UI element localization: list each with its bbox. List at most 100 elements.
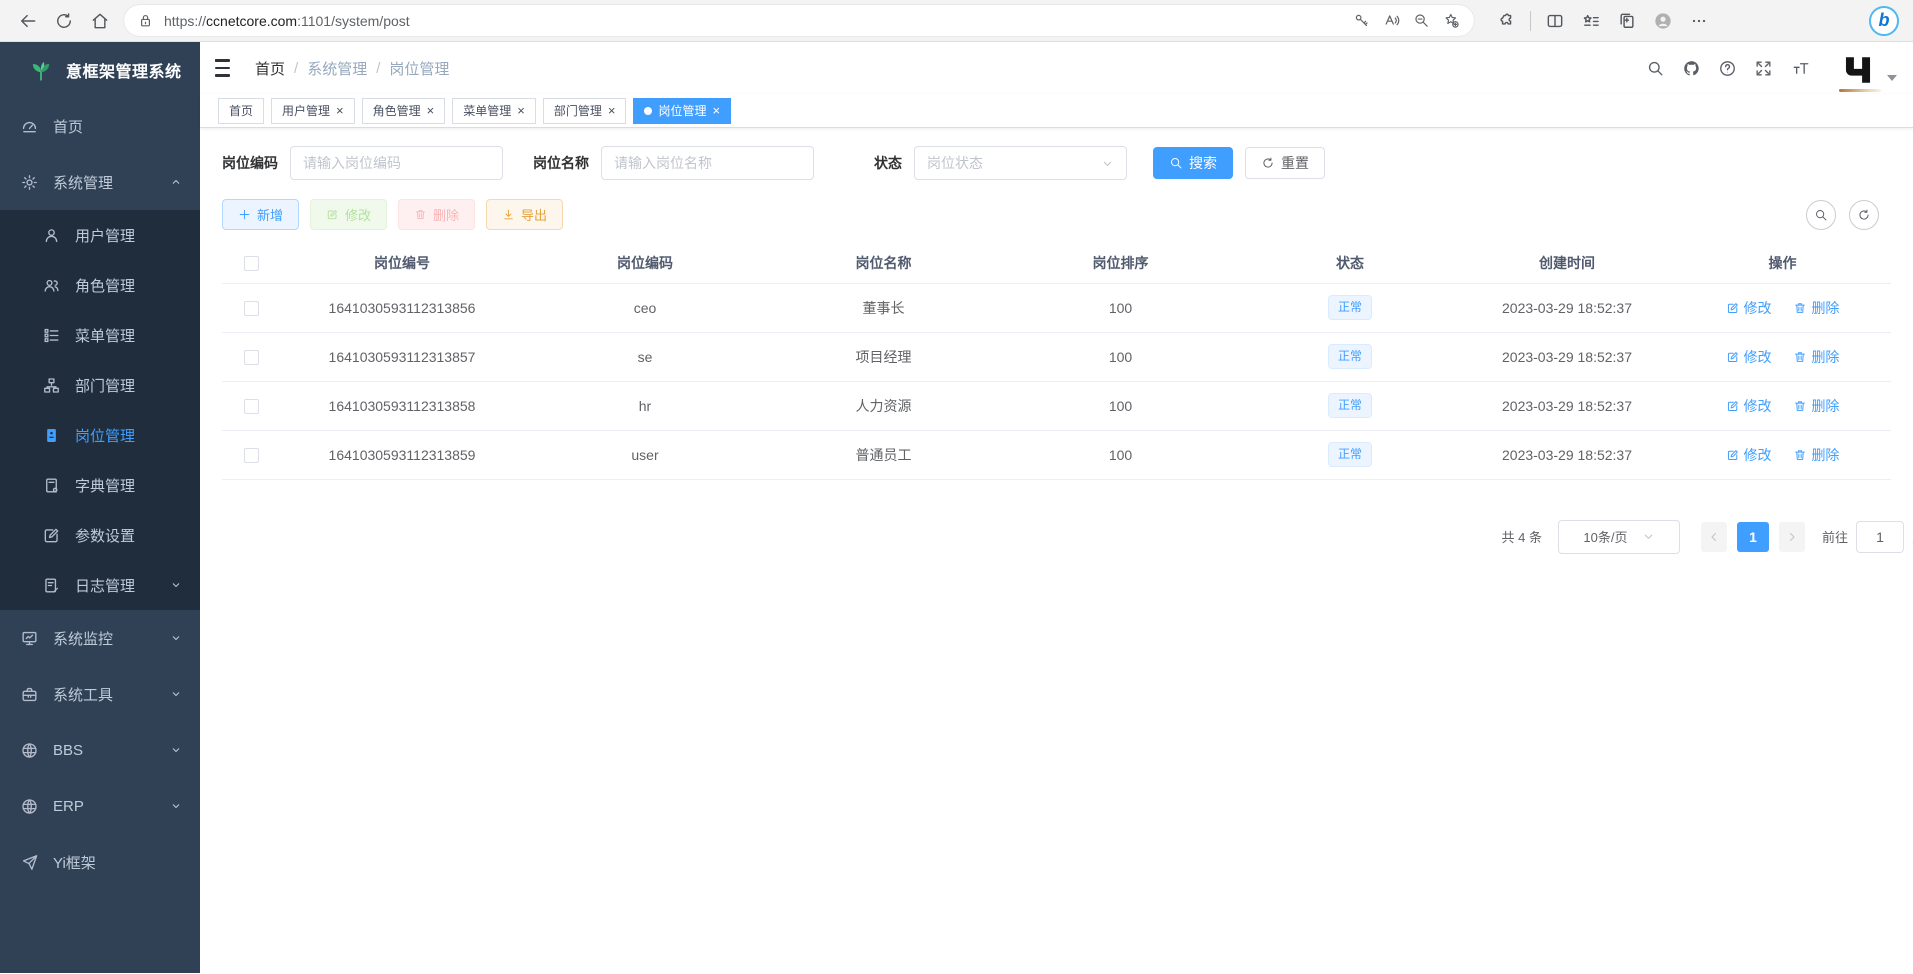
edit-link[interactable]: 修改 [1726, 445, 1772, 465]
close-icon[interactable]: × [608, 104, 616, 117]
split-screen-button[interactable] [1537, 5, 1573, 37]
sidebar-item-erp[interactable]: ERP [0, 778, 200, 834]
row-checkbox[interactable] [244, 301, 259, 316]
tab-user-management[interactable]: 用户管理 × [271, 98, 355, 124]
font-size-icon[interactable] [1790, 59, 1812, 78]
sidebar-item-system-management[interactable]: 系统管理 [0, 154, 200, 210]
breadcrumb-post: 岗位管理 [389, 58, 449, 79]
sidebar-item-yi-framework[interactable]: Yi框架 [0, 834, 200, 890]
tab-role-management[interactable]: 角色管理 × [362, 98, 446, 124]
tab-home[interactable]: 首页 [218, 98, 264, 124]
navbar-actions [1646, 49, 1897, 88]
delete-link[interactable]: 删除 [1793, 298, 1839, 318]
tab-post-management[interactable]: 岗位管理 × [633, 98, 731, 124]
tag-view-bar: 首页 用户管理 × 角色管理 × 菜单管理 × 部门管理 × 岗位管理 × [200, 94, 1913, 128]
sidebar-item-dict-management[interactable]: 字典管理 [0, 460, 200, 510]
delete-link[interactable]: 删除 [1793, 396, 1839, 416]
chevron-down-icon [170, 744, 182, 756]
post-code-input[interactable] [290, 146, 503, 180]
refresh-table-button[interactable] [1849, 200, 1879, 230]
table-row[interactable]: 1641030593112313856 ceo 董事长 100 正常 2023-… [222, 283, 1891, 332]
fullscreen-icon[interactable] [1754, 59, 1773, 78]
sidebar-item-system-monitor[interactable]: 系统监控 [0, 610, 200, 666]
breadcrumb-home[interactable]: 首页 [255, 58, 285, 79]
close-icon[interactable]: × [427, 104, 435, 117]
edit-link[interactable]: 修改 [1726, 298, 1772, 318]
delete-link[interactable]: 删除 [1793, 347, 1839, 367]
add-favorite-button[interactable] [1436, 7, 1466, 35]
tab-dept-management[interactable]: 部门管理 × [543, 98, 627, 124]
delete-button[interactable]: 删除 [398, 199, 475, 230]
edit-link[interactable]: 修改 [1726, 396, 1772, 416]
search-form: 岗位编码 岗位名称 状态 岗位状态 搜索 重置 [222, 146, 1891, 180]
collections-button[interactable] [1609, 5, 1645, 37]
chevron-down-icon [170, 800, 182, 812]
export-button[interactable]: 导出 [486, 199, 563, 230]
sidebar: 意框架管理系统 首页 系统管理 用户管理 角色管理 [0, 42, 200, 973]
goto-page-input[interactable] [1856, 521, 1904, 553]
browser-refresh-button[interactable] [46, 5, 82, 37]
sidebar-menu: 首页 系统管理 用户管理 角色管理 菜单管理 [0, 98, 200, 890]
add-button[interactable]: 新增 [222, 199, 299, 230]
org-tree-icon [42, 376, 61, 395]
edit-link[interactable]: 修改 [1726, 347, 1772, 367]
sidebar-item-system-tools[interactable]: 系统工具 [0, 666, 200, 722]
favorites-button[interactable] [1573, 5, 1609, 37]
sidebar-item-bbs[interactable]: BBS [0, 722, 200, 778]
chevron-down-icon [170, 579, 182, 591]
trash-icon [1793, 448, 1807, 462]
page-size-select[interactable]: 10条/页 [1558, 520, 1680, 554]
password-button[interactable] [1346, 7, 1376, 35]
table-row[interactable]: 1641030593112313859 user 普通员工 100 正常 202… [222, 430, 1891, 479]
sidebar-item-post-management[interactable]: 岗位管理 [0, 410, 200, 460]
browser-back-button[interactable] [10, 5, 46, 37]
reset-button[interactable]: 重置 [1245, 147, 1325, 179]
url-bar[interactable]: https://ccnetcore.com:1101/system/post [124, 5, 1474, 36]
sidebar-item-role-management[interactable]: 角色管理 [0, 260, 200, 310]
edit-button[interactable]: 修改 [310, 199, 387, 230]
browser-home-button[interactable] [82, 5, 118, 37]
user-avatar[interactable] [1839, 53, 1897, 92]
sidebar-item-home[interactable]: 首页 [0, 98, 200, 154]
header-search-icon[interactable] [1646, 59, 1665, 78]
table-row[interactable]: 1641030593112313858 hr 人力资源 100 正常 2023-… [222, 381, 1891, 430]
row-checkbox[interactable] [244, 350, 259, 365]
table-row[interactable]: 1641030593112313857 se 项目经理 100 正常 2023-… [222, 332, 1891, 381]
sidebar-item-param-settings[interactable]: 参数设置 [0, 510, 200, 560]
github-icon[interactable] [1682, 59, 1701, 78]
sidebar-collapse-button[interactable] [215, 59, 237, 77]
url-text: https://ccnetcore.com:1101/system/post [164, 13, 1346, 29]
help-question-icon[interactable] [1718, 59, 1737, 78]
status-select[interactable]: 岗位状态 [914, 146, 1127, 180]
delete-link[interactable]: 删除 [1793, 445, 1839, 465]
select-all-checkbox[interactable] [244, 256, 259, 271]
status-badge: 正常 [1328, 442, 1372, 467]
browser-menu-button[interactable] [1681, 5, 1717, 37]
close-icon[interactable]: × [712, 104, 720, 117]
read-aloud-button[interactable] [1376, 7, 1406, 35]
extensions-button[interactable] [1488, 5, 1524, 37]
tab-menu-management[interactable]: 菜单管理 × [452, 98, 536, 124]
post-name-input[interactable] [601, 146, 814, 180]
post-id: 1641030593112313857 [280, 332, 524, 381]
created-time: 2023-03-29 18:52:37 [1460, 430, 1674, 479]
search-button[interactable]: 搜索 [1153, 147, 1233, 179]
prev-page-button[interactable] [1701, 522, 1727, 552]
row-checkbox[interactable] [244, 399, 259, 414]
post-name: 人力资源 [766, 381, 1001, 430]
bing-discover-button[interactable]: b [1869, 6, 1899, 36]
sidebar-item-log-management[interactable]: 日志管理 [0, 560, 200, 610]
breadcrumb-system: 系统管理 [307, 58, 367, 79]
sidebar-item-dept-management[interactable]: 部门管理 [0, 360, 200, 410]
page-number-button[interactable]: 1 [1737, 522, 1769, 552]
next-page-button[interactable] [1779, 522, 1805, 552]
row-checkbox[interactable] [244, 448, 259, 463]
post-code-label: 岗位编码 [222, 153, 278, 173]
zoom-out-button[interactable] [1406, 7, 1436, 35]
close-icon[interactable]: × [336, 104, 344, 117]
close-icon[interactable]: × [517, 104, 525, 117]
sidebar-item-user-management[interactable]: 用户管理 [0, 210, 200, 260]
sidebar-item-menu-management[interactable]: 菜单管理 [0, 310, 200, 360]
profile-button[interactable] [1645, 5, 1681, 37]
toggle-search-button[interactable] [1806, 200, 1836, 230]
